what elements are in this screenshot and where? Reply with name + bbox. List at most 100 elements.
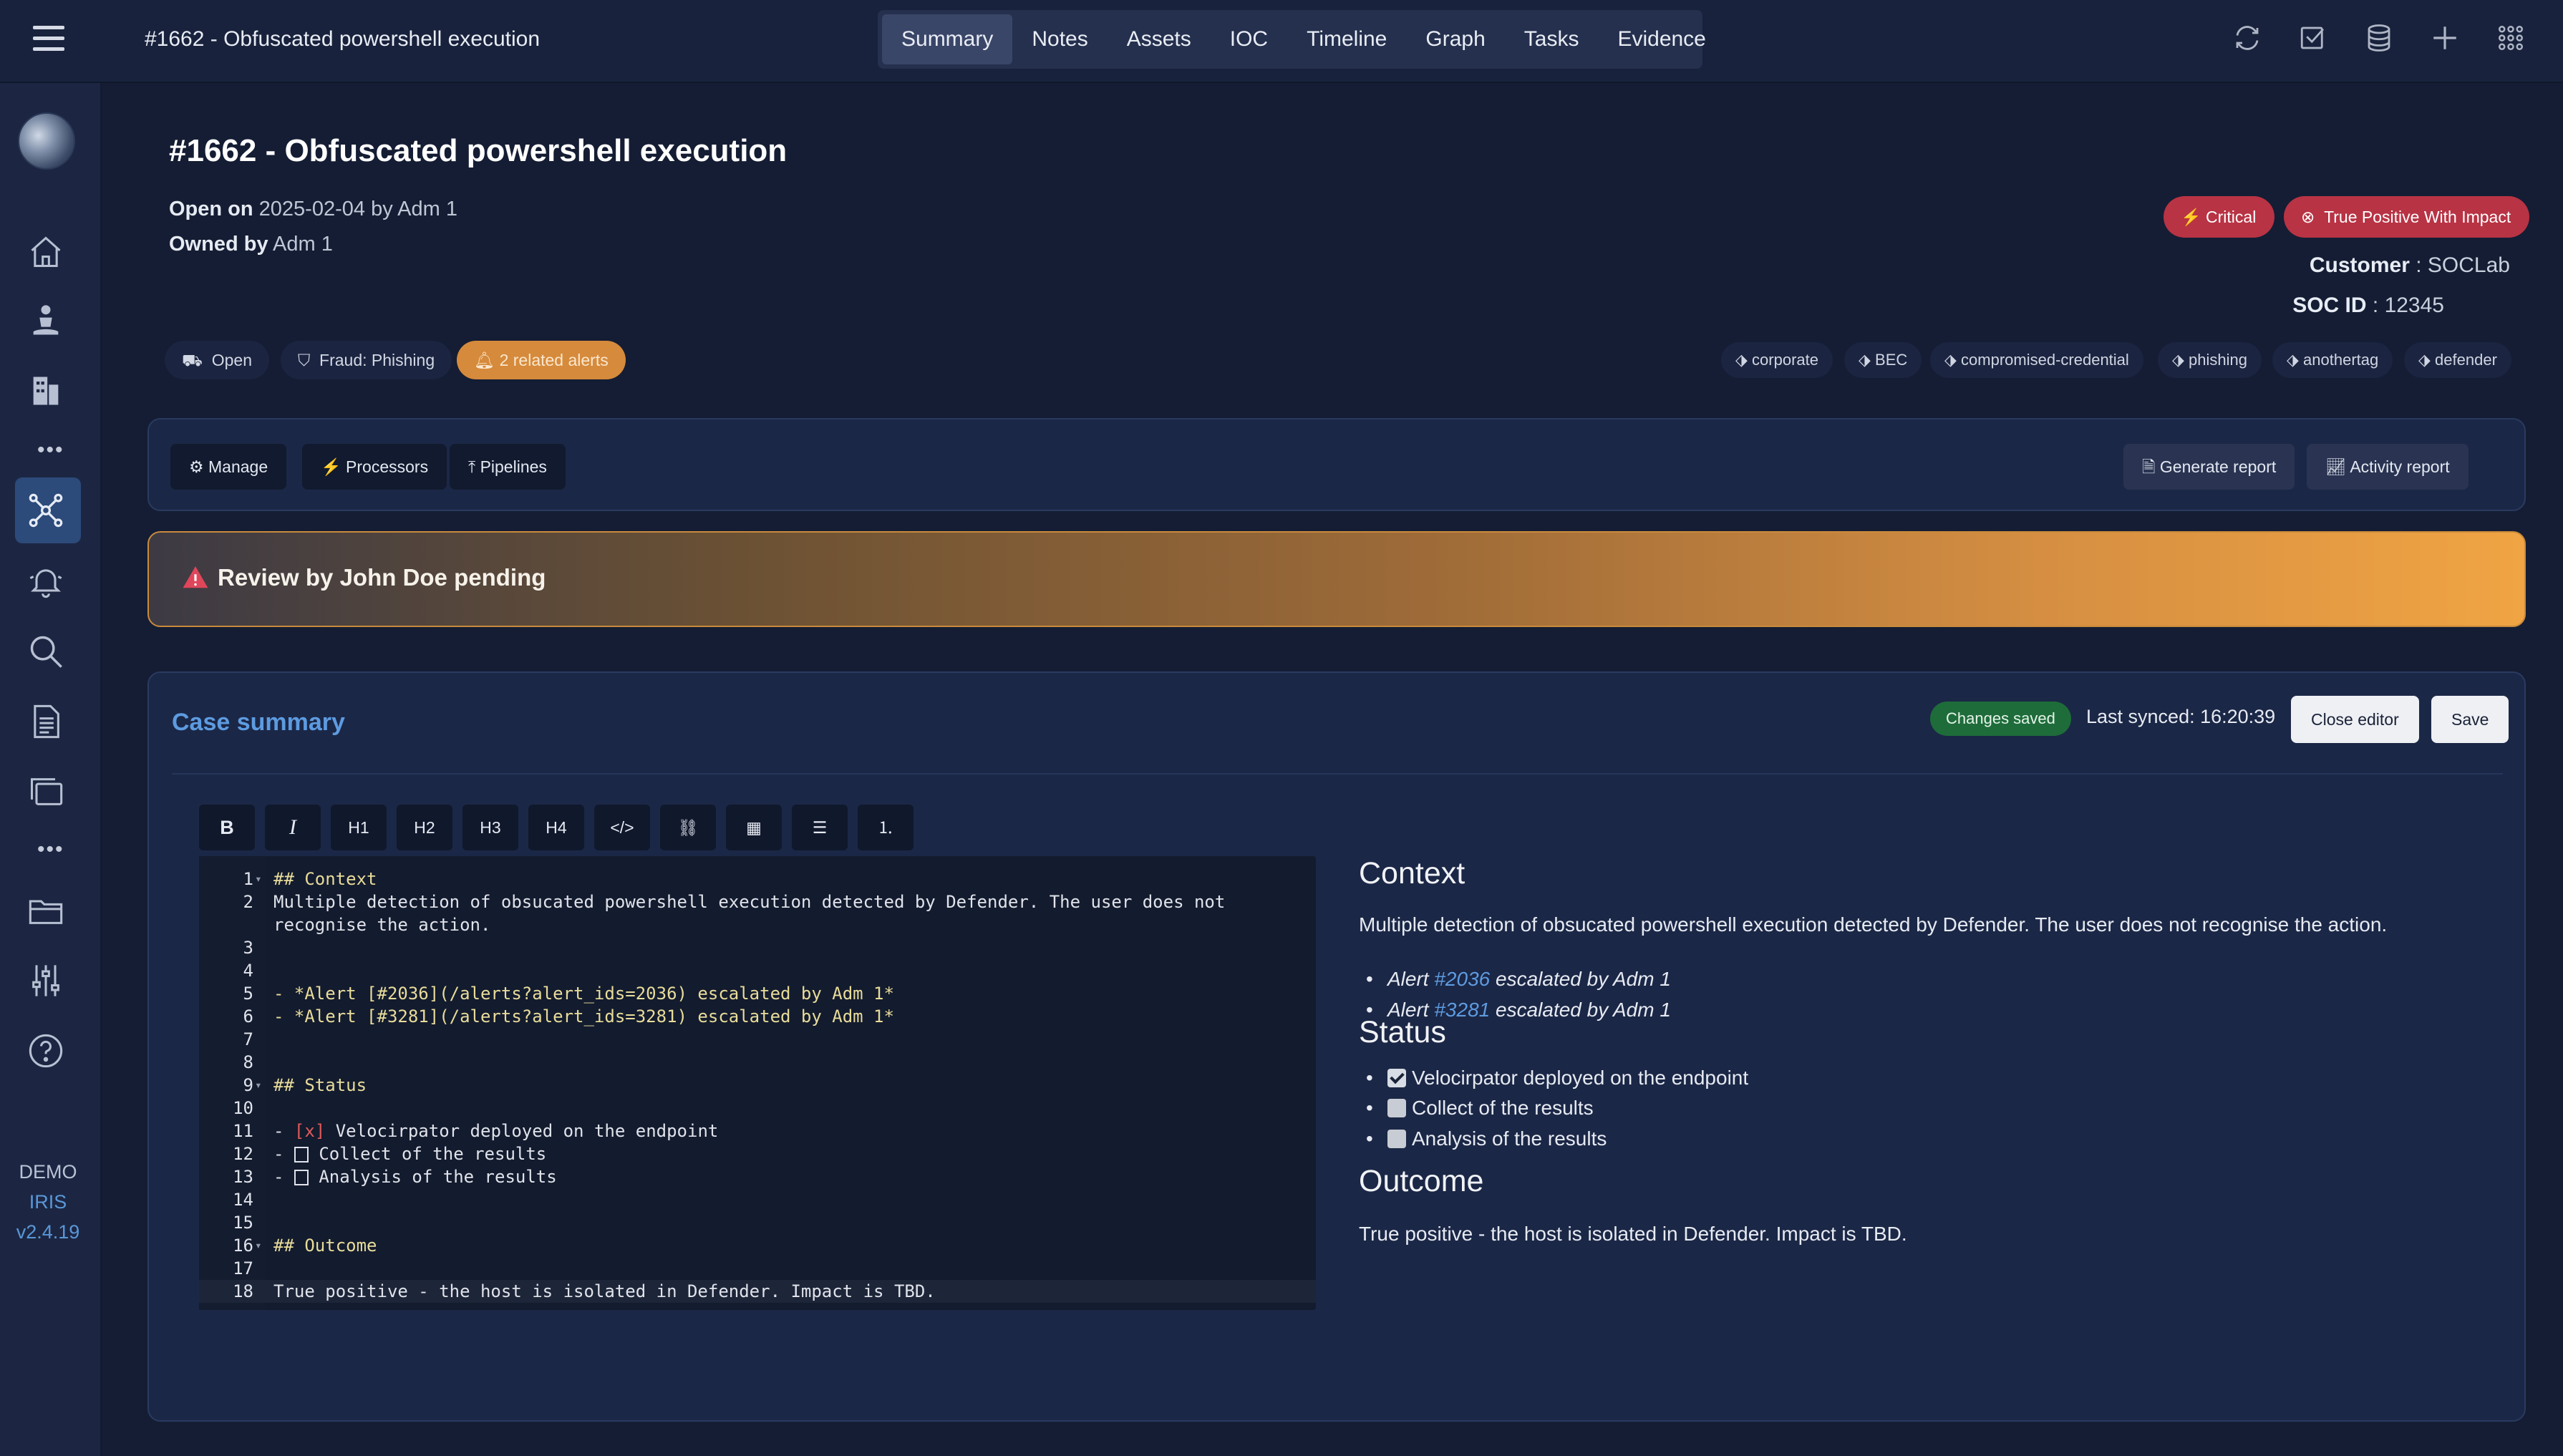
tab-assets[interactable]: Assets bbox=[1108, 14, 1211, 64]
building-icon[interactable] bbox=[27, 372, 64, 409]
alerts-bell-icon[interactable] bbox=[27, 563, 64, 600]
tag-corporate[interactable]: ⬗ corporate bbox=[1721, 342, 1833, 378]
numbered-list-button[interactable]: ⒈ bbox=[858, 805, 914, 850]
tag-icon: ⬗ bbox=[1735, 351, 1748, 369]
line-number: 4 bbox=[243, 961, 253, 981]
preview-task-3: Analysis of the results bbox=[1366, 1127, 1607, 1150]
close-editor-button[interactable]: Close editor bbox=[2291, 696, 2419, 743]
alert-link-2036[interactable]: #2036 bbox=[1434, 968, 1490, 990]
tag-bec[interactable]: ⬗ BEC bbox=[1844, 342, 1922, 378]
editor-line[interactable]: 10 bbox=[199, 1097, 1316, 1120]
markdown-editor[interactable]: 1 ▾ ## Context 2 Multiple detection of obsuc… bbox=[199, 856, 1316, 1310]
search-icon[interactable] bbox=[27, 633, 64, 670]
code-button[interactable]: </> bbox=[594, 805, 650, 850]
pipelines-label: Pipelines bbox=[480, 457, 547, 476]
classification-label: Fraud: Phishing bbox=[319, 351, 435, 369]
customer-value: SOCLab bbox=[2427, 253, 2510, 277]
preview-task-1: Velocirpator deployed on the endpoint bbox=[1366, 1067, 1748, 1089]
generate-report-button[interactable]: 🗎 Generate report bbox=[2123, 444, 2295, 490]
tab-summary[interactable]: Summary bbox=[882, 14, 1013, 64]
editor-line[interactable]: 18 True positive - the host is isolated i… bbox=[199, 1280, 1316, 1303]
tab-timeline[interactable]: Timeline bbox=[1287, 14, 1406, 64]
tag-anothertag[interactable]: ⬗ anothertag bbox=[2272, 342, 2393, 378]
save-button[interactable]: Save bbox=[2431, 696, 2509, 743]
refresh-icon[interactable] bbox=[2232, 23, 2262, 53]
plus-icon[interactable] bbox=[2430, 23, 2460, 53]
avatar[interactable] bbox=[18, 112, 75, 170]
reports-icon[interactable] bbox=[27, 703, 64, 740]
help-icon[interactable] bbox=[27, 1032, 64, 1069]
fold-arrow-icon[interactable]: ▾ bbox=[255, 1074, 262, 1097]
editor-line[interactable]: 14 bbox=[199, 1188, 1316, 1211]
status-pill[interactable]: ⛟ Open bbox=[165, 341, 269, 379]
home-icon[interactable] bbox=[27, 233, 64, 271]
fold-arrow-icon[interactable]: ▾ bbox=[255, 868, 262, 890]
line-number: 8 bbox=[243, 1052, 253, 1072]
tag-phishing[interactable]: ⬗ phishing bbox=[2158, 342, 2262, 378]
h1-button[interactable]: H1 bbox=[331, 805, 387, 850]
editor-line[interactable]: 8 bbox=[199, 1051, 1316, 1074]
bell-icon: 🔔︎ bbox=[474, 351, 495, 369]
editor-line[interactable]: recognise the action. bbox=[199, 913, 1316, 936]
check-square-icon[interactable] bbox=[2298, 23, 2328, 53]
h2-button[interactable]: H2 bbox=[397, 805, 452, 850]
tag-icon: ⬗ bbox=[2287, 351, 2299, 369]
classification-pill[interactable]: ⛉ Fraud: Phishing bbox=[281, 341, 452, 379]
more-dots-icon-2[interactable]: ••• bbox=[37, 838, 64, 862]
line-code: - *Alert [#2036](/alerts?alert_ids=2036)… bbox=[273, 984, 894, 1004]
last-synced-text: Last synced: 16:20:39 bbox=[2086, 706, 2276, 727]
preview-context-text: Multiple detection of obsucated powershe… bbox=[1359, 913, 2388, 936]
tab-graph[interactable]: Graph bbox=[1406, 14, 1504, 64]
bold-button[interactable]: B bbox=[199, 805, 255, 850]
checkbox-unchecked[interactable] bbox=[1387, 1130, 1406, 1148]
tab-ioc[interactable]: IOC bbox=[1211, 14, 1287, 64]
tab-notes[interactable]: Notes bbox=[1012, 14, 1107, 64]
italic-button[interactable]: I bbox=[265, 805, 321, 850]
menu-icon[interactable] bbox=[33, 26, 64, 52]
activity-report-button[interactable]: 📈︎ Activity report bbox=[2307, 444, 2468, 490]
editor-line[interactable]: 12 - Collect of the results bbox=[199, 1142, 1316, 1165]
editor-line[interactable]: 13 - Analysis of the results bbox=[199, 1165, 1316, 1188]
link-button[interactable]: ⛓ bbox=[660, 805, 716, 850]
database-icon[interactable] bbox=[2364, 23, 2394, 53]
pipelines-button[interactable]: ⤒ Pipelines bbox=[450, 444, 566, 490]
tab-evidence[interactable]: Evidence bbox=[1598, 14, 1725, 64]
fold-arrow-icon[interactable]: ▾ bbox=[255, 1234, 262, 1257]
table-button[interactable]: ▦ bbox=[726, 805, 782, 850]
editor-line[interactable]: 16 ▾ ## Outcome bbox=[199, 1234, 1316, 1257]
folder-icon[interactable] bbox=[27, 892, 64, 929]
editor-line[interactable]: 5 - *Alert [#2036](/alerts?alert_ids=2036… bbox=[199, 982, 1316, 1005]
manage-button[interactable]: ⚙ Manage bbox=[170, 444, 287, 490]
layers-icon[interactable] bbox=[27, 773, 64, 810]
apps-grid-icon[interactable] bbox=[2496, 23, 2526, 53]
tab-tasks[interactable]: Tasks bbox=[1505, 14, 1599, 64]
cases-network-icon[interactable] bbox=[27, 492, 64, 529]
editor-line[interactable]: 17 bbox=[199, 1257, 1316, 1280]
user-icon[interactable] bbox=[27, 302, 64, 339]
tag-defender[interactable]: ⬗ defender bbox=[2404, 342, 2511, 378]
editor-line[interactable]: 15 bbox=[199, 1211, 1316, 1234]
editor-line[interactable]: 7 bbox=[199, 1028, 1316, 1051]
editor-line[interactable]: 2 Multiple detection of obsucated powersh… bbox=[199, 890, 1316, 913]
outcome-badge[interactable]: ⊗ True Positive With Impact bbox=[2284, 196, 2530, 238]
editor-line[interactable]: 3 bbox=[199, 936, 1316, 959]
editor-line[interactable]: 11 - [x] Velocirpator deployed on the end… bbox=[199, 1120, 1316, 1142]
bolt-icon: ⚡ bbox=[321, 457, 341, 476]
manage-label: Manage bbox=[208, 457, 268, 476]
settings-sliders-icon[interactable] bbox=[27, 962, 64, 999]
related-alerts-pill[interactable]: 🔔︎ 2 related alerts bbox=[457, 341, 626, 379]
h4-button[interactable]: H4 bbox=[528, 805, 584, 850]
severity-badge[interactable]: ⚡ Critical bbox=[2164, 196, 2275, 238]
tag-compromised-credential[interactable]: ⬗ compromised-credential bbox=[1930, 342, 2143, 378]
editor-line[interactable]: 6 - *Alert [#3281](/alerts?alert_ids=3281… bbox=[199, 1005, 1316, 1028]
checkbox-checked[interactable] bbox=[1387, 1069, 1406, 1087]
editor-line[interactable]: 1 ▾ ## Context bbox=[199, 868, 1316, 890]
h3-button[interactable]: H3 bbox=[462, 805, 518, 850]
processors-button[interactable]: ⚡ Processors bbox=[302, 444, 447, 490]
activity-report-label: Activity report bbox=[2350, 457, 2450, 476]
more-dots-icon[interactable]: ••• bbox=[37, 438, 64, 462]
bullet-list-button[interactable]: ☰ bbox=[792, 805, 848, 850]
editor-line[interactable]: 9 ▾ ## Status bbox=[199, 1074, 1316, 1097]
editor-line[interactable]: 4 bbox=[199, 959, 1316, 982]
checkbox-unchecked[interactable] bbox=[1387, 1099, 1406, 1117]
